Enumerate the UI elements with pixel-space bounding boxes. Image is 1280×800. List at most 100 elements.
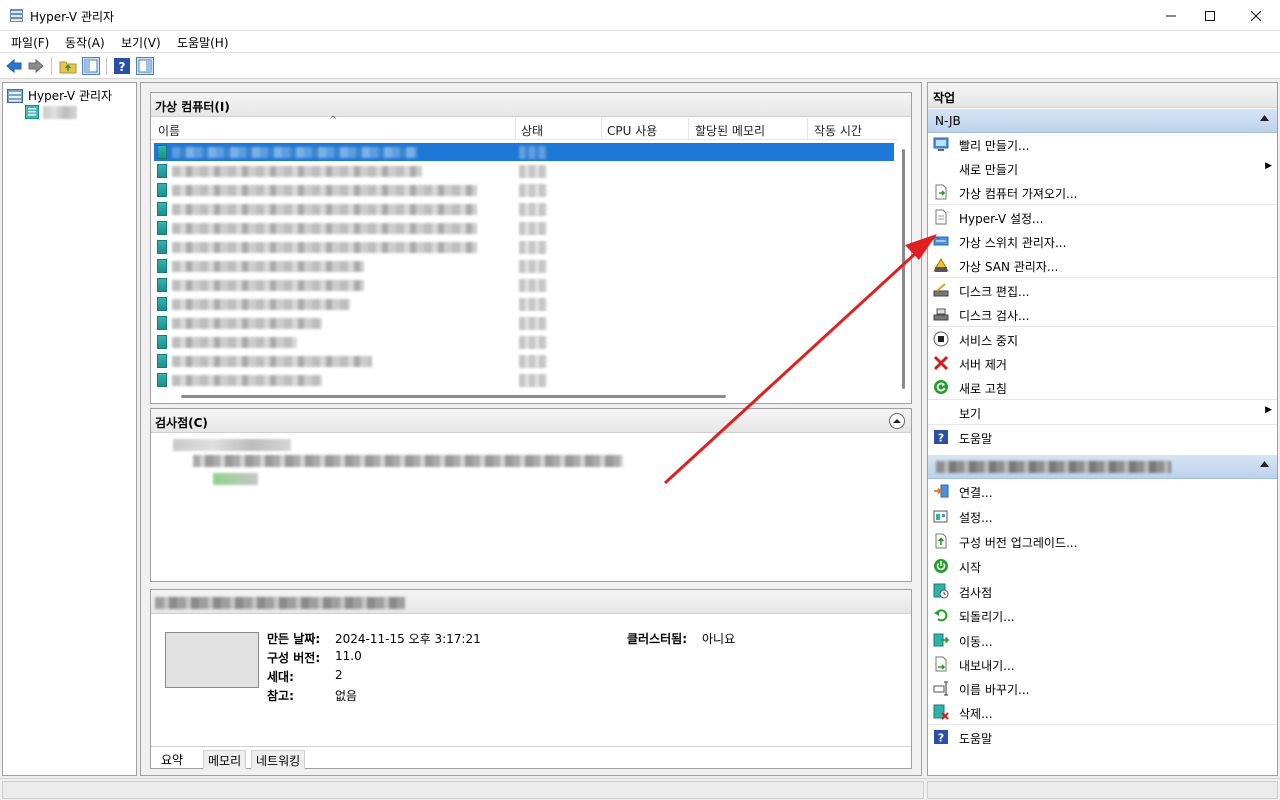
actions-title: 작업 <box>928 83 1277 108</box>
menu-file[interactable]: 파일(F) <box>11 34 49 51</box>
sort-ascending-icon: ^ <box>329 115 338 126</box>
toolbar: ? <box>0 53 1280 79</box>
action-checkpoint[interactable]: 검사점 <box>928 579 1277 603</box>
details-tabs: 요약 메모리 네트워킹 <box>151 746 911 769</box>
action-export[interactable]: 내보내기... <box>928 652 1277 676</box>
vm-row[interactable] <box>154 219 894 237</box>
settings-doc-icon <box>935 209 947 225</box>
vm-state-redacted <box>519 203 547 216</box>
column-uptime[interactable]: 작동 시간 <box>814 122 862 139</box>
vm-row[interactable] <box>154 257 894 275</box>
vm-row[interactable] <box>154 162 894 180</box>
action-virtual-switch-manager[interactable]: 가상 스위치 관리자... <box>928 229 1277 253</box>
action-label: 서버 제거 <box>959 358 1007 372</box>
vm-row[interactable] <box>154 143 894 161</box>
action-edit-disk[interactable]: 디스크 편집... <box>928 278 1277 302</box>
column-cpu[interactable]: CPU 사용 <box>607 122 657 139</box>
tab-summary[interactable]: 요약 <box>157 750 187 769</box>
menu-action[interactable]: 동작(A) <box>65 34 105 51</box>
action-label: 내보내기... <box>959 659 1015 673</box>
action-new[interactable]: 새로 만들기 ▶ <box>928 156 1277 180</box>
vm-row[interactable] <box>154 238 894 256</box>
vm-row[interactable] <box>154 200 894 218</box>
vm-actions-group-header[interactable] <box>928 455 1277 479</box>
maximize-button[interactable] <box>1187 0 1233 31</box>
forward-arrow-icon[interactable] <box>27 57 45 75</box>
action-revert[interactable]: 되돌리기... <box>928 603 1277 627</box>
vm-state-redacted <box>519 298 547 311</box>
vm-row[interactable] <box>154 276 894 294</box>
up-folder-icon[interactable] <box>59 57 77 75</box>
action-label: 이름 바꾸기... <box>959 683 1030 697</box>
action-label: 가상 컴퓨터 가져오기... <box>959 187 1078 201</box>
checkpoint-item-redacted[interactable] <box>193 455 623 467</box>
action-quick-create[interactable]: 빨리 만들기... <box>928 132 1277 156</box>
action-help[interactable]: ? 도움말 <box>928 425 1277 449</box>
svg-text:?: ? <box>938 732 944 745</box>
action-rename[interactable]: 이름 바꾸기... <box>928 676 1277 700</box>
action-label: 도움말 <box>959 732 993 746</box>
tab-memory[interactable]: 메모리 <box>203 750 247 769</box>
vm-icon <box>157 278 167 292</box>
notes-label: 참고: <box>267 689 294 703</box>
toolbar-separator <box>106 57 107 75</box>
action-virtual-san-manager[interactable]: 가상 SAN 관리자... <box>928 253 1277 277</box>
server-actions-group-header[interactable]: N-JB <box>928 109 1277 133</box>
clustered-value: 아니요 <box>702 632 736 646</box>
column-memory[interactable]: 할당된 메모리 <box>695 122 765 139</box>
vm-list-vertical-scrollbar[interactable] <box>900 141 908 389</box>
vm-row[interactable] <box>154 352 894 370</box>
vm-list-horizontal-scrollbar[interactable] <box>181 395 726 398</box>
close-button[interactable] <box>1233 0 1279 31</box>
help-icon: ? <box>934 730 948 745</box>
checkpoint-now-redacted[interactable] <box>213 473 258 485</box>
action-vm-settings[interactable]: 설정... <box>928 504 1277 528</box>
details-header <box>151 590 911 614</box>
help-icon[interactable]: ? <box>113 57 131 75</box>
notes-value: 없음 <box>335 689 358 703</box>
toolbar-separator <box>51 57 52 75</box>
action-vm-help[interactable]: ? 도움말 <box>928 725 1277 749</box>
action-import-vm[interactable]: 가상 컴퓨터 가져오기... <box>928 180 1277 204</box>
action-hyperv-settings[interactable]: Hyper-V 설정... <box>928 205 1277 229</box>
action-connect[interactable]: 연결... <box>928 479 1277 503</box>
upgrade-icon <box>935 533 947 549</box>
menu-view[interactable]: 보기(V) <box>121 34 161 51</box>
back-arrow-icon[interactable] <box>5 57 23 75</box>
vm-icon <box>157 259 167 273</box>
vm-thumbnail[interactable] <box>165 632 259 688</box>
vm-row[interactable] <box>154 314 894 332</box>
tab-networking[interactable]: 네트워킹 <box>251 750 306 769</box>
action-view[interactable]: 보기 ▶ <box>928 400 1277 424</box>
vm-name-redacted <box>172 185 477 196</box>
vm-name-redacted <box>172 280 364 291</box>
action-remove-server[interactable]: 서버 제거 <box>928 351 1277 375</box>
tree-server-item[interactable] <box>25 105 77 119</box>
column-state[interactable]: 상태 <box>521 122 543 139</box>
vm-row[interactable] <box>154 333 894 351</box>
vm-state-redacted <box>519 336 547 349</box>
clustered-label: 클러스터됨: <box>627 632 687 646</box>
vm-row[interactable] <box>154 295 894 313</box>
collapse-checkpoint-button[interactable] <box>889 413 905 429</box>
scrollbar-thumb[interactable] <box>902 149 905 389</box>
action-refresh[interactable]: 새로 고침 <box>928 375 1277 399</box>
show-hide-tree-icon[interactable] <box>82 57 100 75</box>
tree-root-item[interactable]: Hyper-V 관리자 <box>7 87 112 104</box>
revert-icon <box>934 609 948 622</box>
action-start[interactable]: 시작 <box>928 554 1277 578</box>
action-delete[interactable]: 삭제... <box>928 700 1277 724</box>
action-stop-service[interactable]: 서비스 중지 <box>928 327 1277 351</box>
menu-help[interactable]: 도움말(H) <box>177 34 229 51</box>
show-hide-action-pane-icon[interactable] <box>136 57 154 75</box>
action-upgrade-config[interactable]: 구성 버전 업그레이드... <box>928 529 1277 553</box>
action-inspect-disk[interactable]: 디스크 검사... <box>928 302 1277 326</box>
action-label: 디스크 검사... <box>959 309 1030 323</box>
status-cell <box>2 781 924 799</box>
vm-row[interactable] <box>154 371 894 389</box>
column-name[interactable]: 이름 <box>158 122 180 139</box>
vm-icon <box>157 164 167 178</box>
vm-row[interactable] <box>154 181 894 199</box>
action-move[interactable]: 이동... <box>928 628 1277 652</box>
vm-icon <box>157 316 167 330</box>
